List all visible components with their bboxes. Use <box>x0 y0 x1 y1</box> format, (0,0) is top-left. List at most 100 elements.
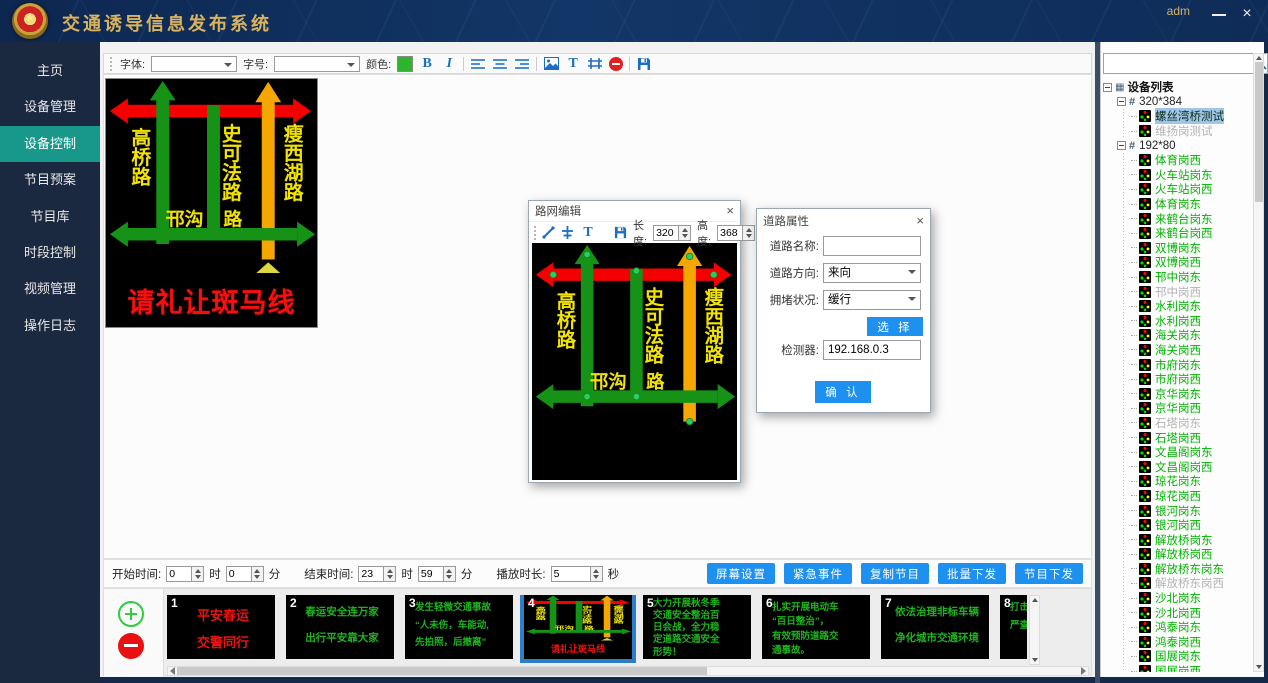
device-item[interactable]: 市府岗东 <box>1131 357 1253 372</box>
device-item[interactable]: 水利岗西 <box>1131 314 1253 329</box>
draw-road-tool-icon[interactable] <box>542 225 555 240</box>
collapse-icon[interactable] <box>1117 141 1126 150</box>
device-item[interactable]: 京华岗西 <box>1131 401 1253 416</box>
scroll-right-icon[interactable] <box>1081 667 1086 675</box>
device-item[interactable]: 水利岗东 <box>1131 299 1253 314</box>
road-name-input[interactable] <box>823 236 921 256</box>
stepper-arrows[interactable] <box>743 225 755 241</box>
device-item[interactable]: 石塔岗西 <box>1131 430 1253 445</box>
sidebar-item[interactable]: 主页 <box>0 53 100 89</box>
sidebar-item[interactable]: 设备控制 <box>0 126 100 162</box>
end-minute-input[interactable] <box>418 566 444 582</box>
tree-root[interactable]: ▦ 设备列表 <box>1103 80 1253 95</box>
save-button[interactable] <box>636 56 652 72</box>
bold-button[interactable]: B <box>419 56 435 72</box>
action-button[interactable]: 复制节目 <box>861 563 929 584</box>
thumbnail-horizontal-scrollbar[interactable] <box>167 666 1089 676</box>
scroll-down-icon[interactable] <box>1032 658 1038 662</box>
search-input[interactable] <box>1103 53 1255 74</box>
program-thumbnail[interactable]: 8 打击改装“炸 严查严惩“机 <box>1000 595 1027 659</box>
roadnet-canvas[interactable] <box>532 243 737 480</box>
text-tool-icon[interactable]: T <box>580 225 596 240</box>
tree-scrollbar[interactable] <box>1253 53 1264 672</box>
align-center-button[interactable] <box>492 56 508 72</box>
sidebar-item[interactable]: 节目预案 <box>0 162 100 198</box>
start-minute-input[interactable] <box>226 566 252 582</box>
action-button[interactable]: 批量下发 <box>938 563 1006 584</box>
congestion-select[interactable]: 缓行 <box>823 290 921 310</box>
sidebar-item[interactable]: 设备管理 <box>0 89 100 125</box>
align-left-button[interactable] <box>470 56 486 72</box>
program-thumbnail[interactable]: 4 请礼让斑马线 <box>524 595 632 659</box>
road-network-editor[interactable] <box>532 243 737 437</box>
device-item[interactable]: 鸿泰岗西 <box>1131 635 1253 650</box>
height-input[interactable] <box>717 225 743 241</box>
stepper-arrows[interactable] <box>679 225 691 241</box>
device-item[interactable]: 火车站岗西 <box>1131 182 1253 197</box>
program-thumbnail[interactable]: 5 大力开展秋冬季 交通安全整治百 日会战，全力稳 定道路交通安全 形势！ <box>643 595 751 659</box>
font-select[interactable] <box>151 56 237 72</box>
program-thumbnail[interactable]: 6 扎实开展电动车 “百日整治”， 有效预防道路交 通事故。 <box>762 595 870 659</box>
scrollbar-thumb[interactable] <box>1255 62 1263 202</box>
add-node-tool-icon[interactable] <box>561 225 574 240</box>
sidebar-item[interactable]: 时段控制 <box>0 235 100 271</box>
select-detector-button[interactable]: 选 择 <box>867 317 923 336</box>
duration-input[interactable] <box>551 566 591 582</box>
program-thumbnail[interactable]: 2 春运安全连万家 出行平安靠大家 <box>286 595 394 659</box>
scroll-left-icon[interactable] <box>170 667 175 675</box>
device-item[interactable]: 火车站岗东 <box>1131 168 1253 183</box>
device-item[interactable]: 国展岗东 <box>1131 649 1253 664</box>
start-hour-stepper[interactable] <box>166 566 204 582</box>
height-stepper[interactable] <box>717 225 755 241</box>
insert-image-button[interactable] <box>543 56 559 72</box>
program-thumbnail[interactable]: 7 依法治理非标车辆 净化城市交通环境 <box>881 595 989 659</box>
device-item[interactable]: 解放桥东岗东 <box>1131 562 1253 577</box>
device-item[interactable]: 体育岗东 <box>1131 197 1253 212</box>
device-item[interactable]: 海关岗西 <box>1131 343 1253 358</box>
font-size-select[interactable] <box>274 56 360 72</box>
device-item[interactable]: 邗中岗东 <box>1131 270 1253 285</box>
device-item[interactable]: 来鹤台岗西 <box>1131 226 1253 241</box>
add-program-button[interactable] <box>118 601 144 627</box>
end-hour-input[interactable] <box>358 566 384 582</box>
action-button[interactable]: 节目下发 <box>1015 563 1083 584</box>
device-item[interactable]: 双博岗西 <box>1131 255 1253 270</box>
road-network-tool-button[interactable] <box>587 56 603 72</box>
length-input[interactable] <box>653 225 679 241</box>
confirm-button[interactable]: 确 认 <box>815 381 871 403</box>
device-item[interactable]: 文昌阁岗东 <box>1131 445 1253 460</box>
end-hour-stepper[interactable] <box>358 566 396 582</box>
start-hour-input[interactable] <box>166 566 192 582</box>
tree-group[interactable]: # 320*384 <box>1103 95 1253 110</box>
program-thumbnail[interactable]: 3 发生轻微交通事故 “人未伤，车能动, 先拍照，后撤离” <box>405 595 513 659</box>
sidebar-item[interactable]: 节目库 <box>0 199 100 235</box>
end-minute-stepper[interactable] <box>418 566 456 582</box>
device-item[interactable]: 海关岗东 <box>1131 328 1253 343</box>
start-minute-stepper[interactable] <box>226 566 264 582</box>
minimize-icon[interactable] <box>1210 6 1228 22</box>
device-item[interactable]: 解放桥岗东 <box>1131 532 1253 547</box>
tree-group[interactable]: # 192*80 <box>1103 138 1253 153</box>
detector-input[interactable] <box>823 340 921 360</box>
align-right-button[interactable] <box>514 56 530 72</box>
sidebar-item[interactable]: 视频管理 <box>0 271 100 307</box>
device-item[interactable]: 沙北岗东 <box>1131 591 1253 606</box>
device-item[interactable]: 沙北岗西 <box>1131 605 1253 620</box>
duration-stepper[interactable] <box>551 566 603 582</box>
device-item[interactable]: 银河岗西 <box>1131 518 1253 533</box>
device-item[interactable]: 琼花岗西 <box>1131 489 1253 504</box>
color-swatch[interactable] <box>397 56 413 72</box>
scroll-down-icon[interactable] <box>1256 665 1262 669</box>
close-icon[interactable]: × <box>1238 6 1256 22</box>
length-stepper[interactable] <box>653 225 691 241</box>
device-item[interactable]: 双博岗东 <box>1131 241 1253 256</box>
text-tool-button[interactable]: T <box>565 56 581 72</box>
device-item[interactable]: 京华岗东 <box>1131 386 1253 401</box>
collapse-icon[interactable] <box>1103 83 1112 92</box>
device-item[interactable]: 邗中岗西 <box>1131 284 1253 299</box>
device-item[interactable]: 解放桥东岗西 <box>1131 576 1253 591</box>
remove-program-button[interactable] <box>118 633 144 659</box>
action-button[interactable]: 屏幕设置 <box>707 563 775 584</box>
sidebar-item[interactable]: 操作日志 <box>0 308 100 344</box>
program-thumbnail[interactable]: 1 平安春运 交警同行 <box>167 595 275 659</box>
